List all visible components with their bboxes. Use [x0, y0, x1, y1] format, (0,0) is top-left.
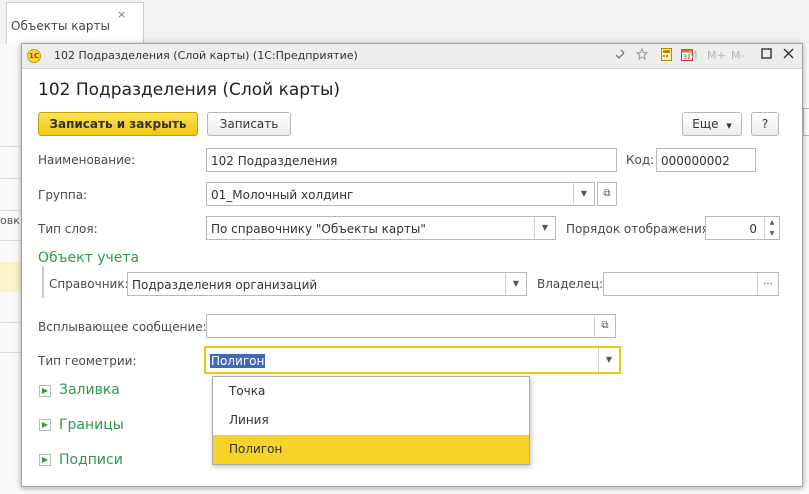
group-label: Группа:	[38, 188, 88, 202]
memory-plus-icon[interactable]: M+	[707, 49, 726, 62]
app-logo-icon: 1С	[27, 49, 41, 63]
chevron-down-icon[interactable]: ▼	[598, 348, 619, 372]
select-button[interactable]: ...	[757, 273, 778, 295]
borders-section[interactable]: Границы	[59, 417, 124, 433]
chevron-down-icon: ▼	[726, 122, 732, 130]
chevron-down-icon[interactable]: ▼	[505, 273, 526, 295]
more-button-label: Еще	[692, 117, 719, 131]
geometry-type-selected-text: Полигон	[210, 354, 266, 368]
dropdown-option-point[interactable]: Точка	[213, 377, 529, 406]
background-tab-title: Объекты карты	[11, 19, 110, 33]
open-icon[interactable]: ⧉	[597, 182, 617, 206]
geometry-type-dropdown: Точка Линия Полигон	[212, 376, 530, 465]
catalog-label: Справочник:	[49, 277, 129, 291]
calculator-icon[interactable]	[659, 48, 673, 63]
layer-type-label: Тип слоя:	[38, 222, 98, 236]
background-row-divider	[0, 210, 22, 211]
geometry-type-field-value: Полигон	[210, 354, 266, 368]
layer-type-field-value: По справочнику "Объекты карты"	[211, 222, 426, 236]
background-cut-text: овк	[0, 214, 20, 227]
group-field-value: 01_Молочный холдинг	[211, 188, 354, 202]
title-bar: 1С 102 Подразделения (Слой карты) (1С:Пр…	[22, 44, 802, 69]
fill-section[interactable]: Заливка	[59, 382, 120, 398]
background-button[interactable]	[803, 108, 809, 136]
name-label: Наименование:	[38, 153, 136, 167]
geometry-type-field[interactable]: Полигон ▼	[204, 346, 621, 374]
dropdown-option-line[interactable]: Линия	[213, 406, 529, 435]
help-button[interactable]: ?	[751, 112, 779, 136]
form-heading: 102 Подразделения (Слой карты)	[38, 80, 341, 100]
popup-message-field[interactable]: ⧉	[206, 314, 616, 338]
code-field-value: 000000002	[661, 154, 730, 168]
name-field-value: 102 Подразделения	[211, 154, 338, 168]
code-label: Код:	[626, 153, 655, 167]
chevron-down-icon[interactable]: ▼	[573, 183, 594, 205]
save-button[interactable]: Записать	[207, 112, 291, 136]
expand-captions-icon[interactable]: ▶	[39, 454, 51, 466]
popup-message-label: Всплывающее сообщение:	[38, 320, 207, 334]
code-field[interactable]: 000000002	[656, 148, 756, 172]
more-button[interactable]: Еще ▼	[682, 112, 742, 136]
maximize-icon[interactable]	[759, 48, 773, 63]
close-icon[interactable]: ×	[117, 8, 126, 21]
background-row-divider	[0, 178, 22, 179]
group-bar	[42, 266, 44, 298]
memory-minus-icon[interactable]: M-	[731, 49, 744, 62]
background-row-divider	[0, 322, 22, 323]
group-field[interactable]: 01_Молочный холдинг ▼	[206, 182, 595, 206]
chevron-down-icon[interactable]: ▼	[534, 217, 555, 239]
save-and-close-button[interactable]: Записать и закрыть	[38, 112, 198, 136]
memory-icon[interactable]: M	[688, 49, 698, 62]
window-title: 102 Подразделения (Слой карты) (1С:Предп…	[54, 49, 358, 62]
open-icon[interactable]: ⧉	[594, 315, 615, 337]
background-row-divider	[0, 352, 22, 353]
owner-label: Владелец:	[537, 277, 604, 291]
expand-borders-icon[interactable]: ▶	[39, 419, 51, 431]
background-row-divider	[0, 240, 22, 241]
dropdown-option-polygon[interactable]: Полигон	[213, 435, 529, 464]
layer-type-field[interactable]: По справочнику "Объекты карты" ▼	[206, 216, 556, 240]
spin-stepper[interactable]: ▲ ▼	[764, 217, 779, 239]
owner-field[interactable]: ...	[603, 272, 779, 296]
background-highlight-row	[0, 262, 22, 292]
catalog-field[interactable]: Подразделения организаций ▼	[127, 272, 527, 296]
star-icon[interactable]	[635, 47, 649, 63]
display-order-label: Порядок отображения:	[566, 222, 714, 236]
dialog-window: 1С 102 Подразделения (Слой карты) (1С:Пр…	[21, 43, 803, 487]
link-icon[interactable]	[613, 48, 627, 63]
name-field[interactable]: 102 Подразделения	[206, 148, 617, 172]
geometry-type-label: Тип геометрии:	[38, 354, 137, 368]
captions-section[interactable]: Подписи	[59, 452, 123, 468]
close-icon[interactable]	[781, 48, 795, 63]
display-order-value: 0	[749, 222, 757, 236]
background-row-divider	[0, 146, 22, 147]
accounting-object-header: Объект учета	[38, 250, 140, 266]
display-order-field[interactable]: 0 ▲ ▼	[705, 216, 780, 240]
expand-fill-icon[interactable]: ▶	[39, 385, 51, 397]
catalog-field-value: Подразделения организаций	[132, 278, 318, 292]
